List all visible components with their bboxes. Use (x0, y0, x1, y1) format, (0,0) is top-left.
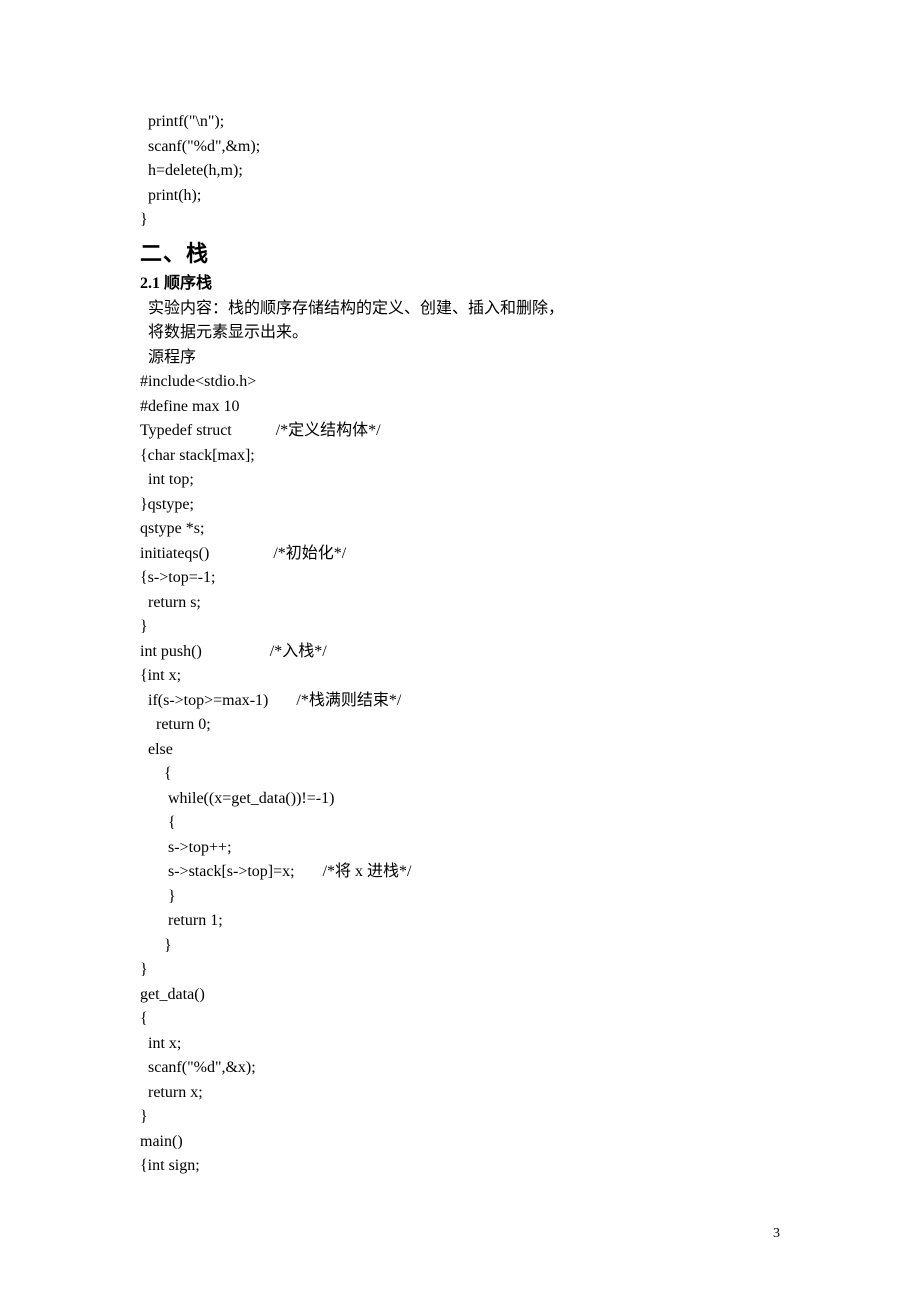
code-line: { (140, 762, 760, 787)
code-line: qstype *s; (140, 517, 760, 542)
code-line: } (140, 958, 760, 983)
page-content: printf("\n"); scanf("%d",&m); h=delete(h… (0, 0, 760, 1179)
code-line: { (140, 1007, 760, 1032)
code-line: return s; (140, 591, 760, 616)
code-line: s->top++; (140, 836, 760, 861)
code-line: {int sign; (140, 1154, 760, 1179)
code-fragment-line: printf("\n"); (140, 110, 760, 135)
code-line: int x; (140, 1032, 760, 1057)
code-line: int push() /*入栈*/ (140, 640, 760, 665)
code-line: return x; (140, 1081, 760, 1106)
code-line: } (140, 934, 760, 959)
code-fragment-line: h=delete(h,m); (140, 159, 760, 184)
code-line: {s->top=-1; (140, 566, 760, 591)
code-fragment-line: print(h); (140, 184, 760, 209)
code-fragment-line: scanf("%d",&m); (140, 135, 760, 160)
code-line: get_data() (140, 983, 760, 1008)
code-line: while((x=get_data())!=-1) (140, 787, 760, 812)
page-number: 3 (773, 1226, 780, 1242)
code-line: main() (140, 1130, 760, 1155)
code-line: #include<stdio.h> (140, 370, 760, 395)
code-line: { (140, 811, 760, 836)
code-line: {int x; (140, 664, 760, 689)
description-line: 实验内容：栈的顺序存储结构的定义、创建、插入和删除， (140, 297, 760, 322)
code-fragment-line: } (140, 208, 760, 233)
code-line: {char stack[max]; (140, 444, 760, 469)
code-line: return 0; (140, 713, 760, 738)
code-line: }qstype; (140, 493, 760, 518)
code-line: else (140, 738, 760, 763)
code-line: int top; (140, 468, 760, 493)
code-line: Typedef struct /*定义结构体*/ (140, 419, 760, 444)
code-line: } (140, 885, 760, 910)
subsection-heading-sequential-stack: 2.1 顺序栈 (140, 271, 760, 297)
code-line: if(s->top>=max-1) /*栈满则结束*/ (140, 689, 760, 714)
code-line: return 1; (140, 909, 760, 934)
code-line: } (140, 615, 760, 640)
code-line: #define max 10 (140, 395, 760, 420)
code-line: s->stack[s->top]=x; /*将 x 进栈*/ (140, 860, 760, 885)
code-line: initiateqs() /*初始化*/ (140, 542, 760, 567)
section-heading-stack: 二、栈 (140, 237, 760, 271)
code-line: } (140, 1105, 760, 1130)
code-line: scanf("%d",&x); (140, 1056, 760, 1081)
description-line: 将数据元素显示出来。 (140, 321, 760, 346)
description-line: 源程序 (140, 346, 760, 371)
